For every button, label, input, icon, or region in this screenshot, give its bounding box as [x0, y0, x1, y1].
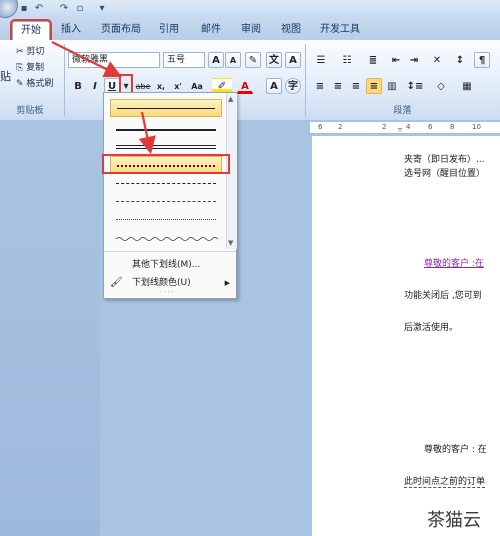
- arrow-to-dotted: [138, 111, 156, 155]
- watermark-text: 茶猫云: [427, 510, 481, 531]
- arrow-to-underline: [51, 41, 122, 77]
- annotation-arrows: [51, 41, 156, 155]
